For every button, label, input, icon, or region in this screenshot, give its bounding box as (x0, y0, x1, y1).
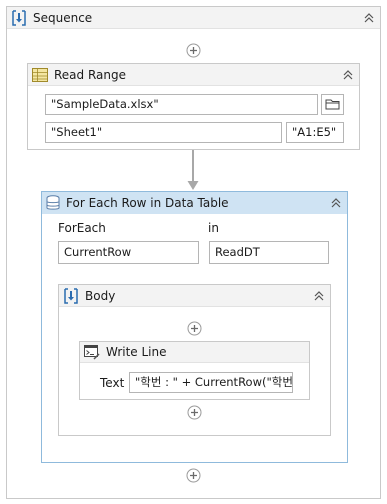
sequence-title: Sequence (33, 11, 93, 25)
body-sequence-icon (63, 288, 79, 304)
datatable-icon (46, 195, 60, 211)
body-header: Body (59, 285, 330, 307)
write-line-title: Write Line (106, 345, 167, 359)
for-each-header: For Each Row in Data Table (42, 192, 347, 214)
text-label: Text (100, 376, 125, 390)
item-variable-input[interactable]: CurrentRow (58, 241, 199, 264)
read-range-collapse-icon[interactable] (340, 67, 356, 83)
sequence-collapse-icon[interactable] (361, 10, 377, 26)
flow-connector (187, 150, 199, 190)
foreach-label: ForEach (58, 221, 106, 235)
read-range-header: Read Range (28, 64, 359, 86)
add-activity-icon[interactable] (187, 405, 202, 420)
sequence-icon (11, 10, 27, 26)
range-input[interactable]: "A1:E5" (286, 122, 344, 143)
sequence-header: Sequence (7, 7, 380, 29)
browse-folder-button[interactable] (321, 94, 344, 115)
add-activity-icon[interactable] (187, 321, 202, 336)
folder-icon (325, 99, 340, 110)
workbook-path-input[interactable]: "SampleData.xlsx" (45, 94, 318, 115)
sheet-name-input[interactable]: "Sheet1" (45, 122, 282, 143)
body-collapse-icon[interactable] (311, 288, 327, 304)
write-line-text-input[interactable]: "학번 : " + CurrentRow("학번 (129, 372, 293, 393)
add-activity-icon[interactable] (186, 468, 201, 483)
write-line-header: Write Line (80, 342, 309, 363)
excel-range-icon (32, 68, 48, 82)
for-each-title: For Each Row in Data Table (66, 196, 229, 210)
read-range-title: Read Range (54, 68, 126, 82)
datatable-variable-input[interactable]: ReadDT (209, 241, 329, 264)
body-title: Body (85, 289, 116, 303)
write-line-icon (84, 345, 100, 360)
in-label: in (208, 221, 219, 235)
add-activity-icon[interactable] (186, 43, 201, 58)
for-each-collapse-icon[interactable] (328, 195, 344, 211)
